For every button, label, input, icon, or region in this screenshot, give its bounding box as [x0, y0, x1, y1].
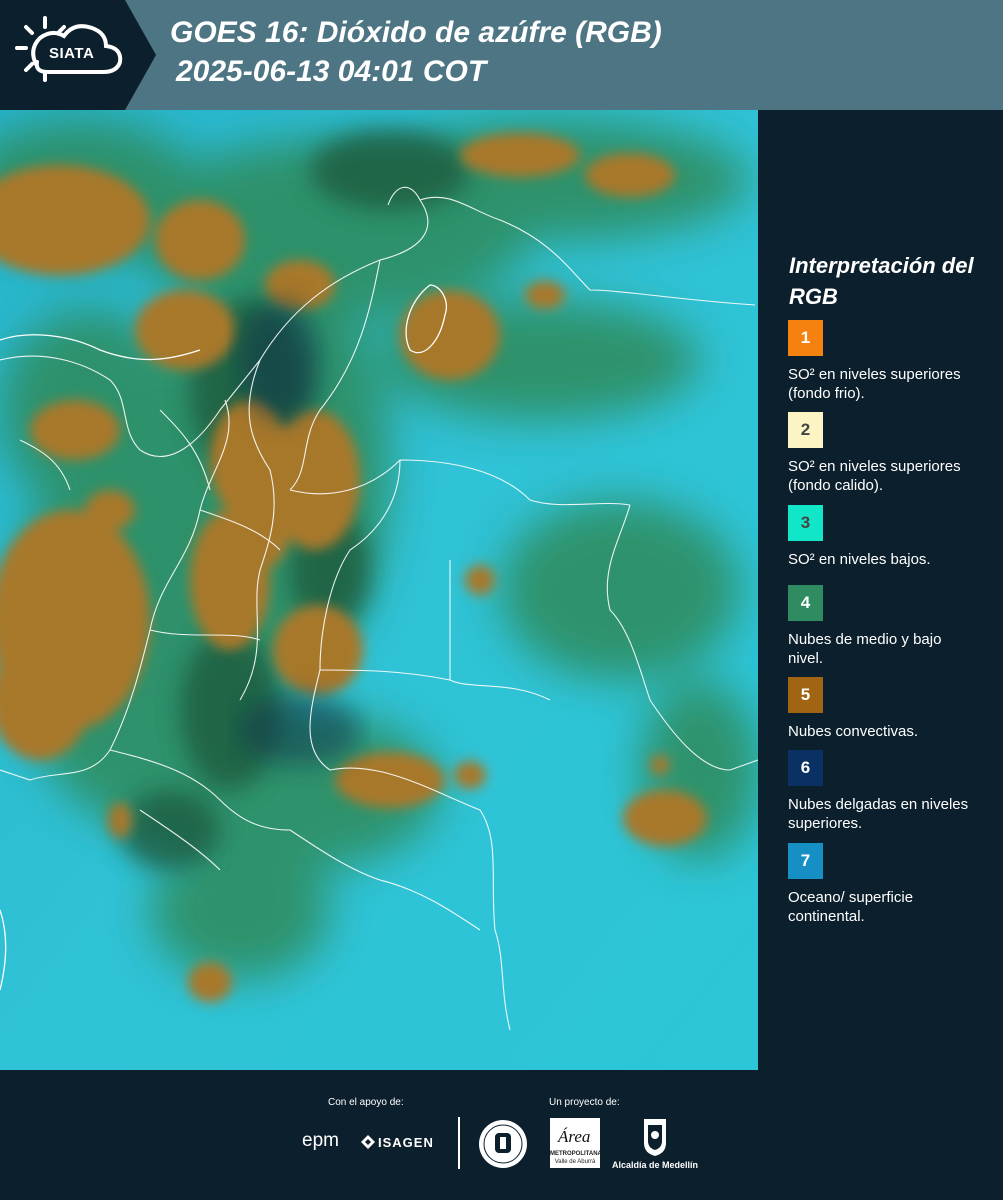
- legend-title: Interpretación del RGB: [789, 253, 974, 309]
- legend-label: SO² en niveles bajos.: [788, 551, 931, 568]
- legend-label: SO² en niveles superiores (fondo frio).: [788, 366, 961, 402]
- alcaldia-shield-icon: [644, 1119, 666, 1156]
- medellin-seal-icon: [479, 1120, 527, 1168]
- footer: Con el apoyo de: Un proyecto de: epm ISA…: [0, 1070, 1003, 1200]
- page-title: GOES 16: Dióxido de azúfre (RGB): [170, 16, 662, 49]
- legend-swatch: 7: [788, 843, 823, 879]
- legend-label: Nubes delgadas en niveles superiores.: [788, 796, 969, 832]
- support-caption: Con el apoyo de:: [328, 1097, 404, 1108]
- isagen-logo: ISAGEN: [378, 1135, 434, 1150]
- area-metropolitana-logo: Área METROPOLITANA Valle de Aburrá: [550, 1118, 602, 1168]
- timestamp-title: 2025-06-13 04:01 COT: [176, 55, 487, 88]
- legend-swatch: 2: [788, 412, 823, 448]
- area-logo-subcaption: Valle de Aburrá: [554, 1159, 596, 1165]
- legend-swatch: 5: [788, 677, 823, 713]
- legend-swatch: 4: [788, 585, 823, 621]
- legend-label: Nubes convectivas.: [788, 723, 919, 740]
- legend-swatch: 1: [788, 320, 823, 356]
- legend-swatch: 6: [788, 750, 823, 786]
- header-bar: SIATA GOES 16: Dióxido de azúfre (RGB) 2…: [0, 0, 1003, 110]
- satellite-image: [0, 110, 758, 1070]
- legend-label: SO² en niveles superiores (fondo calido)…: [788, 458, 961, 494]
- isagen-logo-icon: [361, 1135, 375, 1149]
- footer-divider: [458, 1117, 460, 1169]
- area-logo-caption: METROPOLITANA: [550, 1151, 602, 1157]
- legend-swatch: 3: [788, 505, 823, 541]
- legend-label: Oceano/ superficie continental.: [788, 889, 914, 925]
- legend-panel: Interpretación del RGB 1 SO² en niveles s…: [758, 110, 1003, 1070]
- project-caption: Un proyecto de:: [549, 1097, 620, 1108]
- satellite-map[interactable]: [0, 110, 758, 1070]
- siata-logo-text: SIATA: [49, 45, 95, 62]
- legend-label: Nubes de medio y bajo nivel.: [788, 631, 942, 667]
- epm-logo: epm: [302, 1130, 339, 1151]
- area-logo-word: Área: [558, 1127, 591, 1146]
- alcaldia-logo-label: Alcaldía de Medellín: [612, 1160, 699, 1170]
